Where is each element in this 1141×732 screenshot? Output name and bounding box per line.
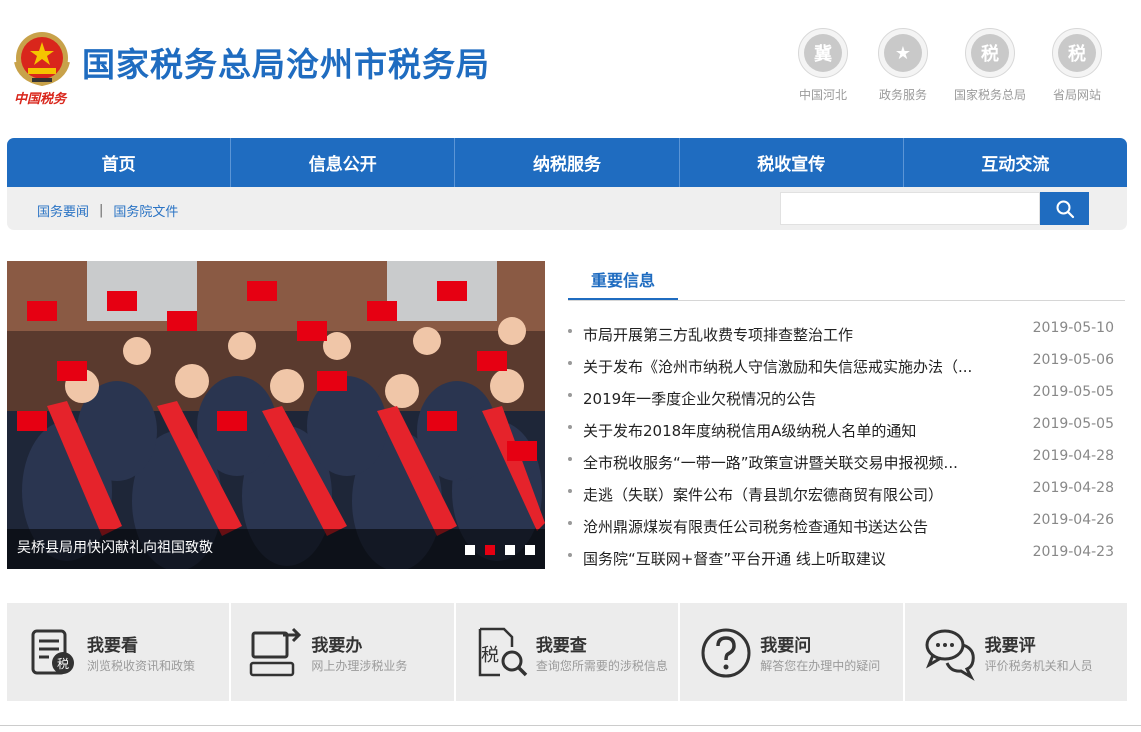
- slide-dot-2[interactable]: [485, 545, 495, 555]
- chat-bubbles-icon: [925, 629, 975, 681]
- news-date: 2019-05-05: [1032, 416, 1114, 432]
- service-desc: 解答您在办理中的疑问: [760, 659, 881, 673]
- sub-bar: 国务要闻 | 国务院文件: [7, 187, 1127, 230]
- service-handle[interactable]: 我要办 网上办理涉税业务: [231, 603, 456, 701]
- bullet-icon: [568, 361, 572, 365]
- bullet-icon: [568, 553, 572, 557]
- service-desc: 查询您所需要的涉税信息: [535, 659, 668, 673]
- tab-divider: [568, 300, 1125, 301]
- news-title[interactable]: 全市税收服务“一带一路”政策宣讲暨关联交易申报视频...: [583, 452, 983, 473]
- bullet-icon: [568, 457, 572, 461]
- emblem-caption: 中国税务: [14, 92, 67, 107]
- search-button[interactable]: [1040, 192, 1089, 225]
- link-state-news[interactable]: 国务要闻: [37, 201, 89, 220]
- link-state-council-docs[interactable]: 国务院文件: [113, 201, 178, 220]
- svg-text:税: 税: [481, 645, 499, 666]
- news-date: 2019-04-28: [1032, 480, 1114, 496]
- news-item[interactable]: 国务院“互联网+督查”平台开通 线上听取建议 2019-04-23: [568, 540, 1125, 572]
- news-title[interactable]: 2019年一季度企业欠税情况的公告: [583, 388, 983, 409]
- site-title[interactable]: 国家税务总局沧州市税务局: [82, 38, 490, 86]
- news-title[interactable]: 沧州鼎源煤炭有限责任公司税务检查通知书送达公告: [583, 516, 983, 537]
- news-list: 市局开展第三方乱收费专项排查整治工作 2019-05-10 关于发布《沧州市纳税人…: [568, 316, 1125, 572]
- slide-photo[interactable]: [7, 261, 545, 569]
- news-date: 2019-05-05: [1032, 384, 1114, 400]
- tax-search-icon: 税: [478, 627, 528, 677]
- service-name: 我要看: [87, 636, 138, 656]
- news-title[interactable]: 走逃（失联）案件公布（青县凯尔宏德商贸有限公司）: [583, 484, 983, 505]
- link-separator: |: [99, 203, 104, 218]
- service-name: 我要办: [311, 636, 363, 656]
- news-date: 2019-05-10: [1032, 320, 1114, 336]
- news-date: 2019-04-28: [1032, 448, 1114, 464]
- service-desc: 网上办理涉税业务: [311, 659, 408, 673]
- service-name: 我要评: [984, 636, 1036, 656]
- svg-text:税: 税: [57, 657, 69, 671]
- question-icon: [701, 628, 751, 678]
- news-date: 2019-04-23: [1032, 544, 1114, 560]
- search-icon: [1056, 200, 1074, 218]
- news-item[interactable]: 2019年一季度企业欠税情况的公告 2019-05-05: [568, 380, 1125, 412]
- quick-link-hebei[interactable]: 冀 中国河北: [783, 28, 863, 103]
- quick-link-label: 中国河北: [798, 88, 847, 102]
- hebei-seal-icon: 冀: [804, 34, 842, 72]
- sub-links: 国务要闻 | 国务院文件: [37, 201, 178, 220]
- news-item[interactable]: 关于发布《沧州市纳税人守信激励和失信惩戒实施办法（... 2019-05-06: [568, 348, 1125, 380]
- service-query[interactable]: 税 我要查 查询您所需要的涉税信息: [456, 603, 681, 701]
- nav-tax-publicity[interactable]: 税收宣传: [680, 138, 904, 187]
- province-tax-icon: 税: [1058, 34, 1096, 72]
- main-nav: 首页 信息公开 纳税服务 税收宣传 互动交流: [7, 138, 1127, 187]
- slide-caption[interactable]: 吴桥县局用快闪献礼向祖国致敬: [17, 537, 213, 557]
- news-title[interactable]: 市局开展第三方乱收费专项排查整治工作: [583, 324, 983, 345]
- bottom-divider: [0, 725, 1141, 726]
- search-input[interactable]: [780, 192, 1040, 225]
- quick-links: 冀 中国河北 ★ 政务服务 税 国家税务总局 税 省局网站: [783, 28, 1117, 103]
- nav-info-disclosure[interactable]: 信息公开: [231, 138, 456, 187]
- slide-dot-3[interactable]: [505, 545, 515, 555]
- service-rate[interactable]: 我要评 评价税务机关和人员: [905, 603, 1127, 701]
- bullet-icon: [568, 393, 572, 397]
- site-header: 中国税务 国家税务总局沧州市税务局 冀 中国河北 ★ 政务服务 税 国家税务总局…: [0, 0, 1141, 138]
- document-tax-icon: 税: [31, 629, 74, 675]
- nav-home[interactable]: 首页: [7, 138, 232, 187]
- news-date: 2019-05-06: [1032, 352, 1114, 368]
- quick-link-label: 省局网站: [1052, 88, 1101, 102]
- service-ask[interactable]: 我要问 解答您在办理中的疑问: [680, 603, 905, 701]
- quick-link-label: 政务服务: [878, 88, 927, 102]
- news-item[interactable]: 全市税收服务“一带一路”政策宣讲暨关联交易申报视频... 2019-04-28: [568, 444, 1125, 476]
- quick-link-gov-service[interactable]: ★ 政务服务: [863, 28, 943, 103]
- bullet-icon: [568, 425, 572, 429]
- slide-dots: [455, 545, 535, 555]
- tab-important-info[interactable]: 重要信息: [568, 260, 678, 301]
- news-title[interactable]: 关于发布2018年度纳税信用A级纳税人名单的通知: [583, 420, 983, 441]
- news-slideshow[interactable]: 吴桥县局用快闪献礼向祖国致敬: [7, 261, 545, 569]
- slide-dot-1[interactable]: [465, 545, 475, 555]
- news-title[interactable]: 关于发布《沧州市纳税人守信激励和失信惩戒实施办法（...: [583, 356, 983, 377]
- news-item[interactable]: 关于发布2018年度纳税信用A级纳税人名单的通知 2019-05-05: [568, 412, 1125, 444]
- service-bar: 税 我要看 浏览税收资讯和政策 我要办 网上办理涉税业务 税 我要查 查询您所需…: [7, 603, 1127, 701]
- service-view[interactable]: 税 我要看 浏览税收资讯和政策: [7, 603, 232, 701]
- news-date: 2019-04-26: [1032, 512, 1114, 528]
- nav-interaction[interactable]: 互动交流: [904, 138, 1127, 187]
- bullet-icon: [568, 329, 572, 333]
- slide-dot-4[interactable]: [525, 545, 535, 555]
- quick-link-label: 国家税务总局: [953, 88, 1026, 102]
- service-desc: 评价税务机关和人员: [984, 659, 1093, 673]
- news-item[interactable]: 沧州鼎源煤炭有限责任公司税务检查通知书送达公告 2019-04-26: [568, 508, 1125, 540]
- service-name: 我要问: [760, 636, 812, 656]
- service-name: 我要查: [535, 636, 587, 656]
- computer-transfer-icon: [250, 627, 302, 677]
- quick-link-state-tax[interactable]: 税 国家税务总局: [943, 28, 1037, 103]
- news-item[interactable]: 走逃（失联）案件公布（青县凯尔宏德商贸有限公司） 2019-04-28: [568, 476, 1125, 508]
- bullet-icon: [568, 521, 572, 525]
- bullet-icon: [568, 489, 572, 493]
- quick-link-province[interactable]: 税 省局网站: [1037, 28, 1117, 103]
- nav-tax-service[interactable]: 纳税服务: [455, 138, 680, 187]
- service-desc: 浏览税收资讯和政策: [87, 659, 196, 673]
- star-shield-icon: ★: [884, 34, 922, 72]
- tax-bureau-icon: 税: [971, 34, 1009, 72]
- news-item[interactable]: 市局开展第三方乱收费专项排查整治工作 2019-05-10: [568, 316, 1125, 348]
- news-title[interactable]: 国务院“互联网+督查”平台开通 线上听取建议: [583, 548, 983, 569]
- important-news: 重要信息 市局开展第三方乱收费专项排查整治工作 2019-05-10 关于发布《沧…: [568, 260, 1125, 570]
